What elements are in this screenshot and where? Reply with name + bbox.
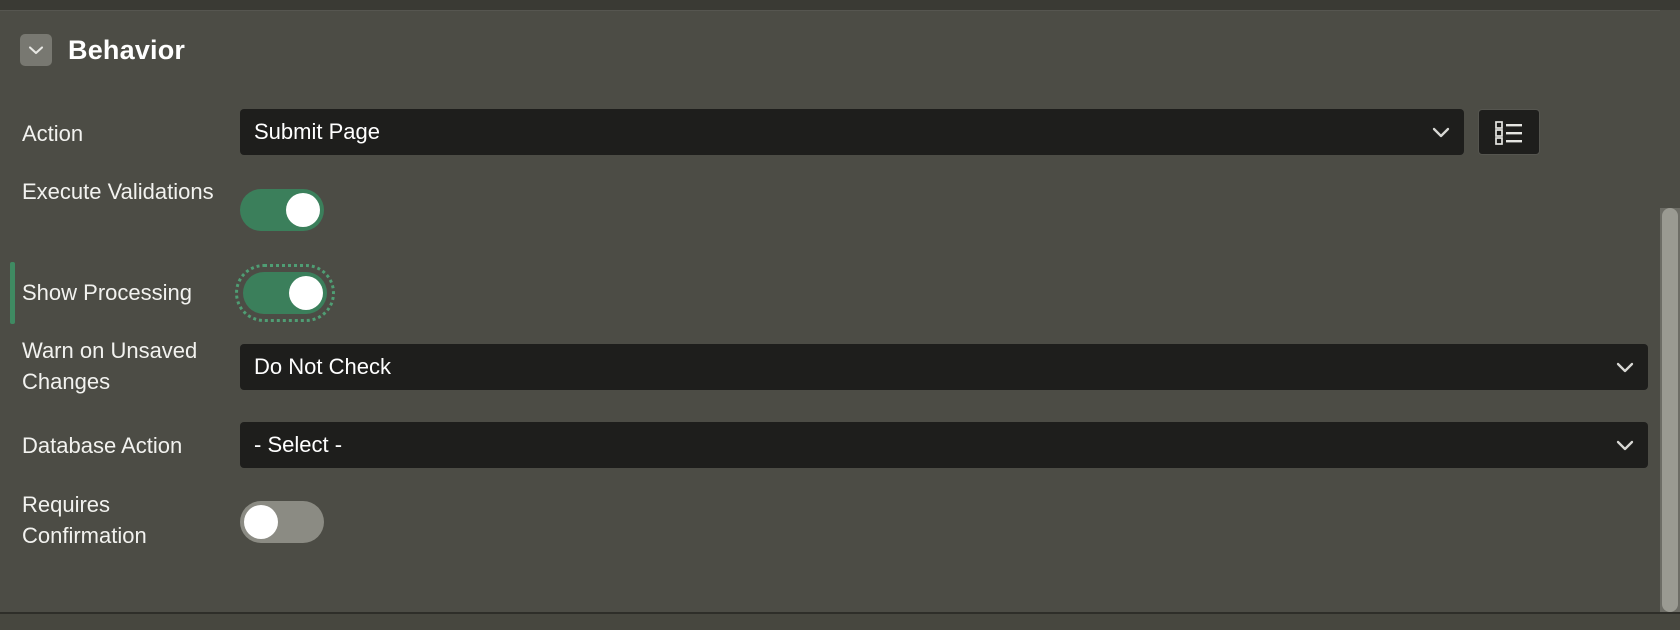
action-select-value: Submit Page (254, 119, 380, 144)
panel-right-rail-upper (1660, 10, 1680, 208)
list-select-icon[interactable] (1478, 109, 1540, 155)
requires-confirmation-toggle[interactable] (240, 501, 324, 543)
property-editor-panel: Behavior Action Submit Page Execute Vali… (0, 0, 1680, 630)
row-change-indicator (10, 262, 15, 324)
section-title: Behavior (68, 34, 186, 65)
property-label: Database Action (22, 433, 183, 458)
database-action-select[interactable]: - Select - (240, 422, 1648, 468)
chevron-down-icon[interactable] (20, 34, 52, 66)
warn-on-unsaved-changes-select[interactable]: Do Not Check (240, 344, 1648, 390)
property-label: Execute Validations (22, 179, 214, 204)
property-label: Action (22, 121, 84, 146)
property-row-warn-on-unsaved-changes: Warn on Unsaved Changes Do Not Check (0, 335, 1660, 397)
property-row-action: Action Submit Page (0, 104, 1660, 160)
chevron-down-icon[interactable] (1418, 119, 1464, 145)
property-row-show-processing: Show Processing (0, 262, 1660, 324)
chevron-down-icon[interactable] (1602, 354, 1648, 380)
vertical-scrollbar-thumb[interactable] (1662, 208, 1678, 612)
section-header-behavior[interactable]: Behavior (0, 26, 185, 74)
panel-bottom-strip (0, 614, 1680, 630)
toggle-knob (286, 193, 320, 227)
toggle-knob (244, 505, 278, 539)
property-label: Warn on Unsaved Changes (22, 338, 198, 394)
chevron-down-icon[interactable] (1602, 432, 1648, 458)
property-row-execute-validations: Execute Validations (0, 176, 1660, 242)
warn-on-unsaved-changes-value: Do Not Check (254, 354, 391, 379)
execute-validations-toggle[interactable] (240, 189, 324, 231)
panel-top-strip (0, 0, 1680, 10)
show-processing-toggle[interactable] (235, 264, 335, 322)
panel-top-edge (0, 10, 1680, 11)
database-action-value: - Select - (254, 432, 343, 457)
property-label: Show Processing (22, 280, 192, 305)
property-label: Requires Confirmation (22, 492, 147, 548)
toggle-knob (289, 276, 323, 310)
property-row-database-action: Database Action - Select - (0, 418, 1660, 470)
property-row-requires-confirmation: Requires Confirmation (0, 489, 1660, 555)
action-select[interactable]: Submit Page (240, 109, 1464, 155)
